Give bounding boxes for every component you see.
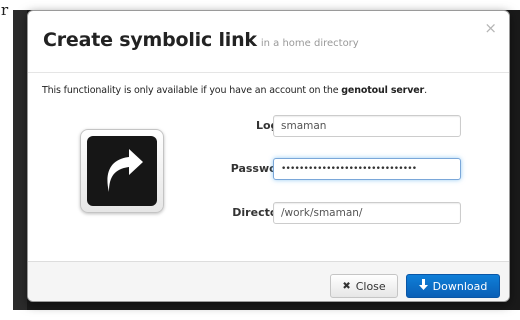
close-x-icon: ✖	[342, 280, 351, 292]
download-button-label: Download	[432, 279, 488, 293]
directory-input[interactable]	[273, 202, 461, 224]
dialog-title: Create symbolic link in a home directory	[43, 29, 359, 51]
dialog-subtitle: in a home directory	[260, 38, 359, 49]
notice-server-name: genotoul server	[341, 85, 425, 96]
availability-notice: This functionality is only available if …	[42, 85, 427, 96]
symlink-icon-tile	[87, 136, 157, 206]
create-symlink-dialog: Create symbolic link in a home directory …	[27, 10, 510, 302]
dialog-body: This functionality is only available if …	[28, 73, 509, 262]
password-masked-value: ••••••••••••••••••••••••••••••	[281, 164, 417, 174]
background-text-fragment: r	[1, 1, 9, 19]
dialog-header: Create symbolic link in a home directory …	[28, 11, 509, 73]
login-row: Login	[188, 115, 493, 139]
directory-row: Directory	[188, 202, 493, 226]
curved-arrow-icon	[107, 149, 143, 192]
symlink-icon	[80, 129, 164, 213]
notice-suffix: .	[424, 85, 427, 96]
password-row: Password ••••••••••••••••••••••••••••••	[188, 158, 493, 182]
download-arrow-icon	[418, 279, 428, 293]
backdrop-strip	[13, 10, 27, 310]
notice-prefix: This functionality is only available if …	[42, 85, 342, 96]
dialog-title-text: Create symbolic link	[43, 29, 257, 51]
close-button[interactable]: ✖ Close	[330, 274, 398, 298]
close-button-label: Close	[355, 279, 386, 293]
password-input[interactable]: ••••••••••••••••••••••••••••••	[273, 158, 461, 180]
login-input[interactable]	[273, 115, 461, 137]
close-icon[interactable]: ×	[484, 21, 497, 36]
download-button[interactable]: Download	[406, 274, 500, 298]
